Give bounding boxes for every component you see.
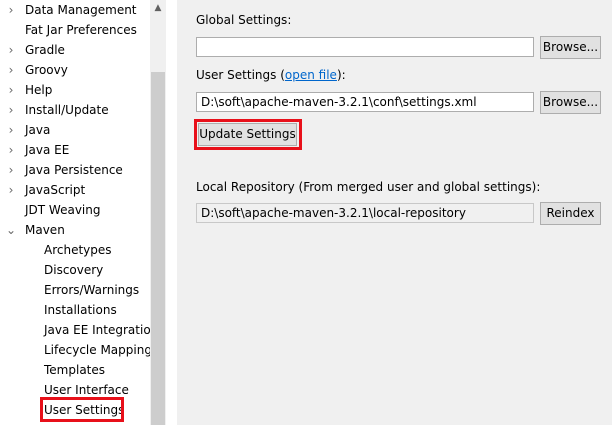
- tree-item-label: Installations: [44, 303, 117, 317]
- tree-item-label: Java EE: [25, 143, 70, 157]
- tree-item-label: Data Management: [25, 3, 137, 17]
- scroll-up-arrow-icon[interactable]: ▲: [150, 0, 166, 16]
- tree-item-label: Templates: [44, 363, 106, 377]
- tree-item-archetypes[interactable]: Archetypes: [0, 240, 150, 260]
- tree-scrollbar[interactable]: ▲: [150, 0, 166, 425]
- maven-user-settings-panel: Global Settings: Browse... User Settings…: [177, 0, 612, 425]
- global-settings-label-text: Global Settings:: [196, 13, 292, 27]
- tree-item-maven[interactable]: ⌄ Maven: [0, 220, 150, 240]
- reindex-button[interactable]: Reindex: [540, 202, 601, 225]
- local-repository-label-text: Local Repository (From merged user and g…: [196, 180, 541, 194]
- tree-item-label: Lifecycle Mapping: [44, 343, 150, 357]
- global-settings-input[interactable]: [196, 37, 534, 57]
- user-settings-label: User Settings (open file):: [196, 68, 346, 82]
- user-settings-label-text: User Settings (: [196, 68, 285, 82]
- chevron-down-icon[interactable]: ⌄: [6, 220, 16, 240]
- tree-item-fat-jar-preferences[interactable]: Fat Jar Preferences: [0, 20, 150, 40]
- user-settings-selection-highlight: [40, 397, 124, 422]
- tree-item-label: Gradle: [25, 43, 65, 57]
- chevron-right-icon[interactable]: ›: [6, 140, 16, 160]
- tree-item-label: Java EE Integration: [44, 323, 150, 337]
- user-browse-button[interactable]: Browse...: [540, 91, 601, 114]
- chevron-right-icon[interactable]: ›: [6, 160, 16, 180]
- chevron-right-icon[interactable]: ›: [6, 100, 16, 120]
- tree-item-jdt-weaving[interactable]: JDT Weaving: [0, 200, 150, 220]
- tree-item-java-ee[interactable]: › Java EE: [0, 140, 150, 160]
- tree-item-label: Discovery: [44, 263, 104, 277]
- tree-item-label: Archetypes: [44, 243, 112, 257]
- tree-item-javascript[interactable]: › JavaScript: [0, 180, 150, 200]
- tree-item-label: Maven: [25, 223, 65, 237]
- chevron-right-icon[interactable]: ›: [6, 60, 16, 80]
- tree-item-groovy[interactable]: › Groovy: [0, 60, 150, 80]
- update-settings-highlight: [194, 119, 302, 150]
- pane-divider[interactable]: [166, 0, 177, 425]
- user-settings-input[interactable]: D:\soft\apache-maven-3.2.1\conf\settings…: [196, 92, 534, 112]
- local-repository-label: Local Repository (From merged user and g…: [196, 180, 540, 194]
- local-repository-input[interactable]: D:\soft\apache-maven-3.2.1\local-reposit…: [196, 203, 534, 223]
- tree-item-installations[interactable]: Installations: [0, 300, 150, 320]
- tree-item-templates[interactable]: Templates: [0, 360, 150, 380]
- tree-item-lifecycle-mapping[interactable]: Lifecycle Mapping: [0, 340, 150, 360]
- tree-item-label: Errors/Warnings: [44, 283, 140, 297]
- tree-item-help[interactable]: › Help: [0, 80, 150, 100]
- tree-item-label: Java Persistence: [25, 163, 123, 177]
- tree-item-label: Install/Update: [25, 103, 109, 117]
- chevron-right-icon[interactable]: ›: [6, 180, 16, 200]
- tree-item-errors-warnings[interactable]: Errors/Warnings: [0, 280, 150, 300]
- preferences-tree: › Data Management Fat Jar Preferences › Grad…: [0, 0, 150, 425]
- tree-item-label: JavaScript: [25, 183, 86, 197]
- scrollbar-thumb[interactable]: [151, 72, 165, 425]
- tree-item-java-ee-integration[interactable]: Java EE Integration: [0, 320, 150, 340]
- chevron-right-icon[interactable]: ›: [6, 40, 16, 60]
- tree-item-label: Help: [25, 83, 53, 97]
- tree-item-java[interactable]: › Java: [0, 120, 150, 140]
- tree-item-java-persistence[interactable]: › Java Persistence: [0, 160, 150, 180]
- tree-item-label: Groovy: [25, 63, 68, 77]
- tree-item-label: Java: [25, 123, 51, 137]
- tree-item-gradle[interactable]: › Gradle: [0, 40, 150, 60]
- chevron-right-icon[interactable]: ›: [6, 80, 16, 100]
- tree-item-label: JDT Weaving: [25, 203, 101, 217]
- chevron-right-icon[interactable]: ›: [6, 0, 16, 20]
- tree-item-label: Fat Jar Preferences: [25, 23, 137, 37]
- tree-item-data-management[interactable]: › Data Management: [0, 0, 150, 20]
- chevron-right-icon[interactable]: ›: [6, 120, 16, 140]
- user-settings-label-suffix: ):: [336, 68, 346, 82]
- tree-item-user-settings[interactable]: User Settings: [0, 397, 150, 422]
- tree-item-discovery[interactable]: Discovery: [0, 260, 150, 280]
- open-file-link[interactable]: open file: [285, 68, 337, 82]
- global-settings-label: Global Settings:: [196, 13, 291, 27]
- global-browse-button[interactable]: Browse...: [540, 36, 601, 59]
- tree-item-install-update[interactable]: › Install/Update: [0, 100, 150, 120]
